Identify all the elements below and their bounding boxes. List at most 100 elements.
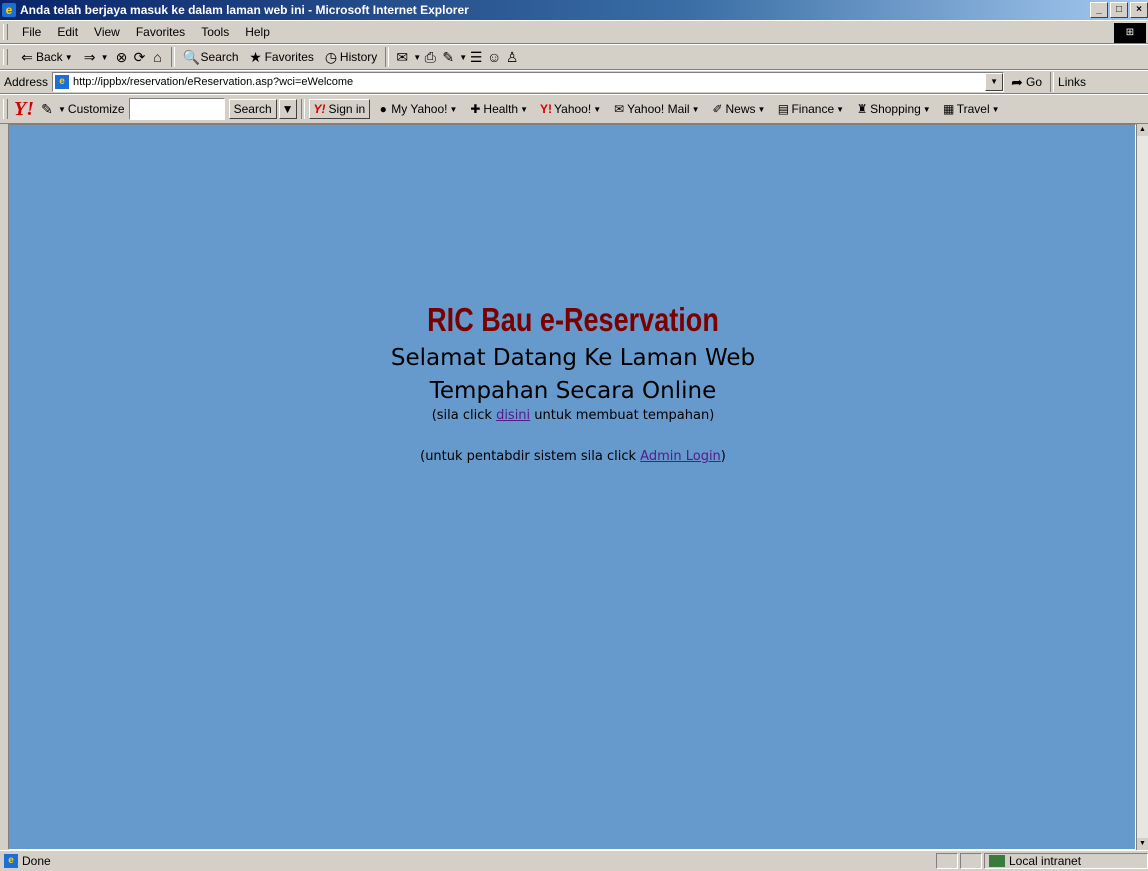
toolbar-separator	[1050, 72, 1055, 92]
forward-arrow-icon: ⇒	[83, 49, 96, 65]
menu-file[interactable]: File	[14, 25, 49, 39]
search-label: Search	[200, 50, 239, 64]
address-input[interactable]: e http://ippbx/reservation/eReservation.…	[52, 72, 1005, 92]
back-button[interactable]: ⇐ Back ▼	[14, 46, 77, 68]
home-icon[interactable]: ⌂	[149, 48, 167, 66]
yahoo-item-travel[interactable]: ▦ Travel ▼	[936, 100, 1005, 118]
booking-instruction: (sila click disini untuk membuat tempaha…	[9, 408, 1137, 423]
status-text: e Done	[0, 854, 51, 868]
dropdown-arrow-icon[interactable]: ▼	[459, 53, 467, 62]
admin-instruction: (untuk pentabdir sistem sila click Admin…	[9, 449, 1137, 464]
finance-icon: ▤	[777, 102, 790, 116]
window-titlebar: e Anda telah berjaya masuk ke dalam lama…	[0, 0, 1148, 20]
yahoo-item-finance[interactable]: ▤ Finance ▼	[770, 100, 849, 118]
history-label: History	[339, 50, 378, 64]
menu-edit[interactable]: Edit	[49, 25, 86, 39]
dropdown-arrow-icon[interactable]: ▼	[413, 53, 421, 62]
dropdown-arrow-icon[interactable]: ▼	[450, 105, 458, 114]
news-icon: ✐	[712, 102, 723, 116]
toolbar-separator	[385, 47, 390, 67]
customize-button[interactable]: Customize	[66, 102, 125, 116]
dropdown-arrow-icon[interactable]: ▼	[836, 105, 844, 114]
yahoo-search-input[interactable]	[128, 98, 225, 120]
shopping-icon: ♜	[856, 102, 868, 116]
favorites-button[interactable]: ★ Favorites	[243, 46, 318, 68]
print-icon[interactable]: ⎙	[421, 48, 439, 66]
sign-in-label: Sign in	[328, 102, 366, 116]
dropdown-arrow-icon[interactable]: ▼	[992, 105, 1000, 114]
yahoo-item-label: Shopping	[870, 102, 921, 116]
yahoo-search-button[interactable]: Search	[228, 99, 277, 119]
history-icon: ◷	[324, 49, 338, 65]
welcome-line-1: Selamat Datang Ke Laman Web	[390, 345, 756, 371]
minimize-button[interactable]: _	[1090, 2, 1108, 18]
history-button[interactable]: ◷ History	[318, 46, 381, 68]
links-button[interactable]: Links	[1058, 75, 1086, 89]
forward-button[interactable]: ⇒ ▼	[77, 46, 113, 68]
dropdown-arrow-icon[interactable]: ▼	[593, 105, 601, 114]
window-controls: _ □ ×	[1090, 2, 1148, 18]
close-button[interactable]: ×	[1130, 2, 1148, 18]
dropdown-arrow-icon[interactable]: ▼	[758, 105, 766, 114]
booking-link[interactable]: disini	[496, 408, 530, 423]
yahoo-small-icon: Y!	[540, 102, 553, 116]
go-button[interactable]: ➦ Go	[1004, 71, 1046, 93]
search-button[interactable]: 🔍 Search	[179, 46, 243, 68]
yahoo-item-my-yahoo[interactable]: ● My Yahoo! ▼	[370, 100, 462, 118]
toolbar-grip[interactable]	[3, 99, 8, 119]
yahoo-item-label: Finance	[791, 102, 835, 116]
address-dropdown-icon[interactable]: ▼	[985, 73, 1004, 91]
back-arrow-icon: ⇐	[21, 49, 33, 65]
yahoo-item-news[interactable]: ✐ News ▼	[705, 100, 771, 118]
menu-view[interactable]: View	[86, 25, 128, 39]
stop-icon[interactable]: ⊗	[113, 48, 131, 66]
menu-bar: File Edit View Favorites Tools Help ⊞	[0, 20, 1148, 44]
menu-favorites[interactable]: Favorites	[128, 25, 193, 39]
standard-toolbar: ⇐ Back ▼ ⇒ ▼ ⊗ ⟳ ⌂ 🔍 Search ★ Favorites …	[0, 44, 1148, 70]
yahoo-item-mail[interactable]: ✉ Yahoo! Mail ▼	[606, 100, 704, 118]
vertical-scrollbar[interactable]: ▲ ▼	[1136, 124, 1148, 850]
mail-icon[interactable]: ✉	[393, 48, 411, 66]
messenger-icon[interactable]: ☺	[485, 48, 503, 66]
yahoo-item-label: Yahoo!	[554, 102, 592, 116]
yahoo-item-yahoo[interactable]: Y! Yahoo! ▼	[533, 100, 606, 118]
yahoo-small-icon: Y!	[313, 102, 326, 116]
menu-tools[interactable]: Tools	[193, 25, 237, 39]
dropdown-arrow-icon[interactable]: ▼	[923, 105, 931, 114]
search-dropdown-icon[interactable]: ▼	[278, 99, 297, 119]
dropdown-arrow-icon[interactable]: ▼	[58, 105, 66, 114]
address-bar: Address e http://ippbx/reservation/eRese…	[0, 70, 1148, 94]
dropdown-arrow-icon[interactable]: ▼	[101, 53, 109, 62]
discuss-icon[interactable]: ☰	[467, 48, 485, 66]
mail-icon: ✉	[614, 102, 625, 116]
admin-login-link[interactable]: Admin Login	[640, 449, 721, 464]
welcome-line-2: Tempahan Secara Online	[429, 378, 717, 404]
yahoo-item-label: Travel	[956, 102, 990, 116]
yahoo-logo-icon[interactable]: Y!	[14, 98, 34, 121]
edit-icon[interactable]: ✎	[439, 48, 457, 66]
yahoo-item-health[interactable]: ✚ Health ▼	[462, 100, 533, 118]
refresh-icon[interactable]: ⟳	[131, 48, 149, 66]
pencil-icon[interactable]: ✎	[38, 100, 56, 118]
user-icon[interactable]: ♙	[503, 48, 521, 66]
window-title: Anda telah berjaya masuk ke dalam laman …	[20, 3, 469, 17]
dropdown-arrow-icon[interactable]: ▼	[692, 105, 700, 114]
sign-in-button[interactable]: Y! Sign in	[308, 99, 371, 119]
admin-suffix: )	[720, 449, 726, 464]
dropdown-arrow-icon[interactable]: ▼	[520, 105, 528, 114]
yahoo-item-shopping[interactable]: ♜ Shopping ▼	[849, 100, 936, 118]
scroll-down-icon[interactable]: ▼	[1137, 838, 1148, 850]
scroll-up-icon[interactable]: ▲	[1137, 124, 1148, 136]
toolbar-separator	[170, 47, 175, 67]
toolbar-separator	[300, 99, 305, 119]
menu-help[interactable]: Help	[237, 25, 278, 39]
maximize-button[interactable]: □	[1110, 2, 1128, 18]
health-icon: ✚	[470, 102, 481, 116]
toolbar-grip[interactable]	[3, 24, 8, 40]
favorites-label: Favorites	[264, 50, 314, 64]
dropdown-arrow-icon[interactable]: ▼	[65, 53, 73, 62]
address-label: Address	[4, 75, 49, 89]
page-viewport: RIC Bau e-Reservation Selamat Datang Ke …	[8, 124, 1136, 850]
toolbar-grip[interactable]	[3, 48, 8, 66]
travel-icon: ▦	[943, 102, 955, 116]
